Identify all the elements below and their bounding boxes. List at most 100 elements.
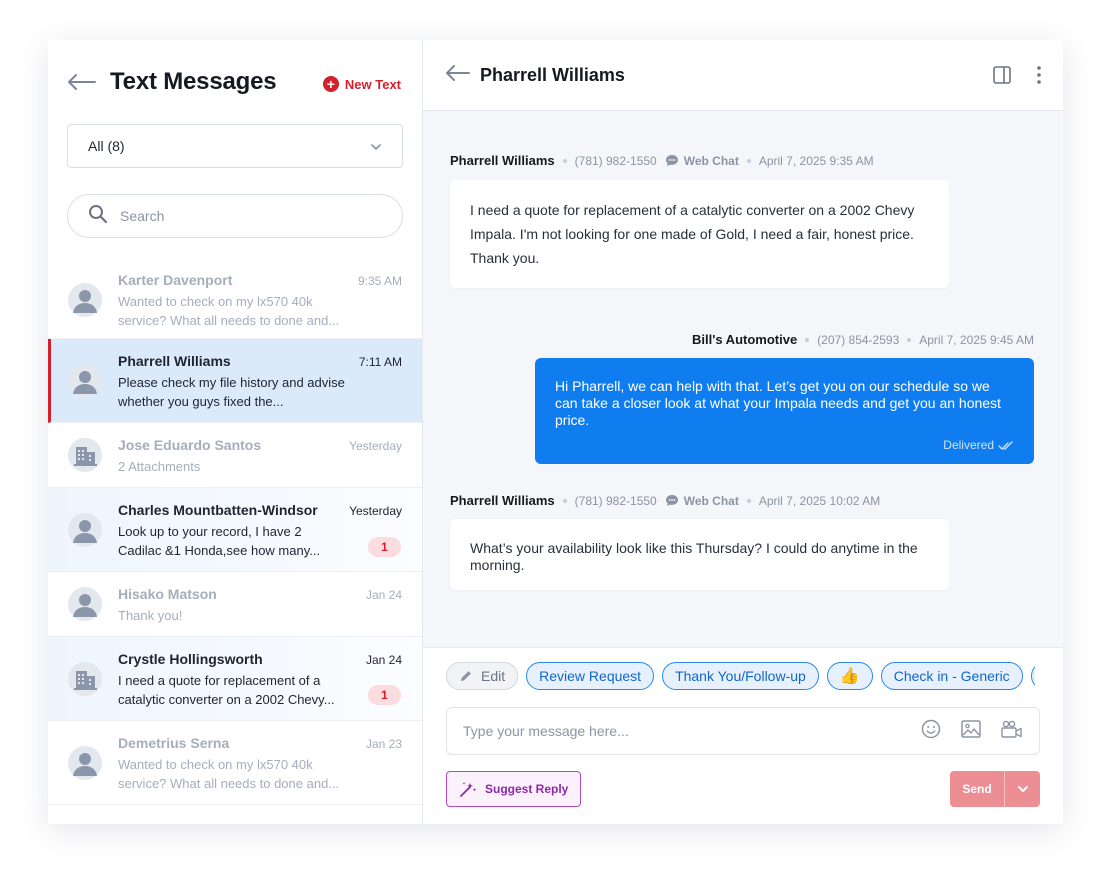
panel-toggle-icon[interactable] (993, 66, 1011, 89)
thank-you-chip[interactable]: Thank You/Follow-up (662, 662, 819, 690)
outgoing-message-text: Hi Pharrell, we can help with that. Let’… (555, 378, 1001, 428)
check-in-chip[interactable]: Check in - Generic (880, 662, 1023, 690)
unread-badge: 1 (368, 537, 401, 557)
contact-name: Hisako Matson (118, 586, 217, 602)
conversation-body: Karter Davenport 9:35 AM Wanted to check … (118, 262, 402, 338)
separator-dot (746, 158, 751, 163)
person-icon (68, 363, 102, 398)
conversation-item-unread[interactable]: Crystle Hollingsworth Jan 24 I need a quo… (48, 637, 422, 721)
contact-name: Demetrius Serna (118, 735, 230, 751)
chat-panel: Pharrell Williams Pharrell Williams (781… (423, 40, 1063, 824)
incoming-message: I need a quote for replacement of a cata… (450, 180, 949, 288)
contact-name: Crystle Hollingsworth (118, 651, 263, 667)
chat-header: Pharrell Williams (423, 40, 1063, 111)
new-text-button[interactable]: + New Text (322, 76, 401, 92)
magic-wand-icon (460, 782, 477, 797)
message-meta: Pharrell Williams (781) 982-1550 Web Cha… (450, 493, 880, 508)
message-input[interactable] (463, 723, 921, 739)
conversation-time: Jan 23 (365, 737, 402, 751)
conversation-list: Karter Davenport 9:35 AM Wanted to check … (48, 262, 422, 824)
chevron-down-icon (370, 138, 382, 154)
conversation-time: 7:11 AM (358, 355, 402, 369)
status-label: Delivered (943, 438, 994, 452)
message-preview: Look up to your record, I have 2 Cadilac … (118, 522, 340, 560)
plus-circle-icon: + (322, 76, 339, 92)
conversation-item[interactable]: Hisako Matson Jan 24 Thank you! (48, 572, 422, 637)
send-options-chevron-icon[interactable] (1004, 771, 1040, 807)
conversation-item-unread[interactable]: Charles Mountbatten-Windsor Yesterday Loo… (48, 488, 422, 572)
sender-name: Pharrell Williams (450, 493, 555, 508)
conversation-time: Yesterday (349, 504, 402, 518)
sender-phone: (207) 854-2593 (817, 332, 900, 347)
conversation-body: Pharrell Williams 7:11 AM Please check my… (118, 339, 402, 422)
conversation-panel: Text Messages + New Text All (8) Search … (48, 40, 423, 824)
contact-name: Jose Eduardo Santos (118, 437, 262, 453)
message-timestamp: April 7, 2025 9:35 AM (758, 153, 874, 168)
input-actions (921, 719, 1023, 744)
preview-line: Cadilac &1 Honda,see how many... (118, 543, 321, 558)
thumbs-up-chip[interactable]: 👍 (826, 662, 873, 690)
message-thread: Pharrell Williams (781) 982-1550 Web Cha… (423, 111, 1063, 647)
page-title: Text Messages (110, 68, 277, 95)
preview-line: Please check my file history and advise (118, 375, 345, 390)
filter-dropdown[interactable]: All (8) (67, 124, 403, 168)
back-arrow-icon[interactable] (446, 64, 470, 86)
review-request-chip[interactable]: Review Request (526, 662, 655, 690)
separator-dot (907, 337, 912, 342)
composer: Edit Review Request Thank You/Follow-up … (423, 647, 1063, 824)
edit-chip[interactable]: Edit (446, 662, 519, 690)
video-camera-icon[interactable] (1001, 720, 1023, 743)
conversation-item[interactable]: Karter Davenport 9:35 AM Wanted to check … (48, 262, 422, 339)
left-header: Text Messages + New Text (48, 40, 422, 124)
more-vertical-icon[interactable] (1037, 66, 1041, 89)
message-preview: I need a quote for replacement of a catal… (118, 671, 340, 709)
conversation-time: Jan 24 (365, 653, 402, 667)
preview-line: 2 Attachments (118, 459, 201, 474)
back-arrow-icon[interactable] (68, 72, 96, 92)
delivery-status: Delivered (555, 437, 1014, 454)
preview-line: whether you guys fixed the... (118, 394, 284, 409)
contact-title: Pharrell Williams (480, 64, 625, 85)
person-icon (68, 512, 102, 547)
person-icon (68, 587, 102, 621)
preview-line: service? What all needs to done and... (118, 313, 340, 328)
conversation-item[interactable]: Demetrius Serna Jan 23 Wanted to check on… (48, 721, 422, 805)
header-actions (993, 66, 1041, 89)
separator-dot (746, 498, 751, 503)
conversation-item[interactable]: Jose Eduardo Santos Yesterday 2 Attachmen… (48, 423, 422, 488)
contact-name: Karter Davenport (118, 272, 233, 288)
sender-phone: (781) 982-1550 (574, 493, 657, 508)
incoming-message: What’s your availability look like this … (450, 519, 949, 590)
channel-label: Web Chat (665, 154, 739, 168)
conversation-body: Charles Mountbatten-Windsor Yesterday Loo… (118, 488, 402, 571)
message-preview: 2 Attachments (118, 457, 340, 476)
conversation-body: Demetrius Serna Jan 23 Wanted to check on… (118, 721, 402, 804)
channel-name: Web Chat (683, 153, 739, 168)
image-icon[interactable] (961, 719, 981, 743)
preview-line: service? What all needs to done and... (118, 776, 340, 791)
emoji-icon[interactable] (921, 719, 941, 744)
truncated-chip[interactable]: F (1030, 662, 1035, 690)
message-preview: Wanted to check on my lx570 40k service? … (118, 755, 340, 793)
sender-name: Pharrell Williams (450, 153, 555, 168)
sender-name: Bill's Automotive (692, 332, 798, 347)
message-timestamp: April 7, 2025 10:02 AM (758, 493, 881, 508)
preview-line: Thank you! (118, 608, 183, 623)
filter-value: All (8) (88, 138, 125, 154)
conversation-time: Yesterday (349, 439, 402, 453)
building-icon (68, 661, 102, 696)
message-meta: Pharrell Williams (781) 982-1550 Web Cha… (450, 153, 874, 168)
search-input[interactable] (120, 208, 370, 224)
conversation-body: Hisako Matson Jan 24 Thank you! (118, 572, 402, 636)
message-input-box (446, 707, 1040, 755)
send-button[interactable]: Send (950, 771, 1004, 807)
send-button-group: Send (950, 771, 1040, 807)
messaging-app: Text Messages + New Text All (8) Search … (48, 40, 1063, 824)
search-icon (88, 204, 108, 229)
conversation-time: 9:35 AM (357, 274, 402, 288)
suggest-reply-button[interactable]: Suggest Reply (446, 771, 582, 807)
message-preview: Thank you! (118, 606, 340, 625)
separator-dot (562, 498, 567, 503)
conversation-item-active[interactable]: Pharrell Williams 7:11 AM Please check my… (48, 339, 422, 423)
contact-name: Charles Mountbatten-Windsor (118, 502, 318, 518)
